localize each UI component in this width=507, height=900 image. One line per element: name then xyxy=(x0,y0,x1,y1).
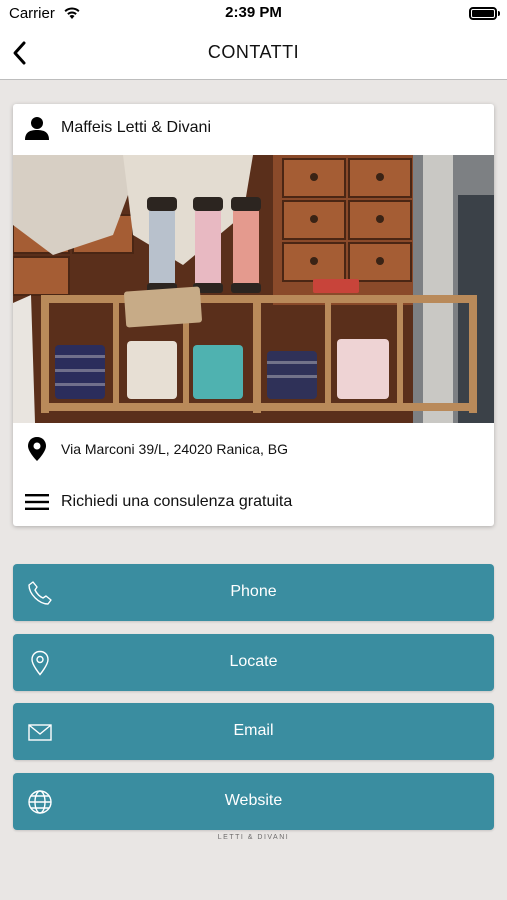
email-button[interactable]: Email xyxy=(13,703,494,760)
location-pin-icon xyxy=(13,425,61,473)
locate-button[interactable]: Locate xyxy=(13,634,494,691)
person-icon xyxy=(13,104,61,152)
locate-label: Locate xyxy=(229,653,278,670)
consult-row[interactable]: Richiedi una consulenza gratuita xyxy=(13,478,494,526)
clock: 2:39 PM xyxy=(225,4,282,21)
phone-button[interactable]: Phone xyxy=(13,564,494,621)
page-title: CONTATTI xyxy=(207,42,300,62)
consult-text: Richiedi una consulenza gratuita xyxy=(61,493,293,510)
business-name-row: Maffeis Letti & Divani xyxy=(13,104,494,152)
business-name: Maffeis Letti & Divani xyxy=(61,119,211,136)
logo-subtitle: LETTI & DIVANI xyxy=(217,834,290,841)
menu-icon xyxy=(13,478,61,526)
address-row[interactable]: Via Marconi 39/L, 24020 Ranica, BG xyxy=(13,425,494,473)
website-label: Website xyxy=(224,792,283,809)
contact-card: Maffeis Letti & Divani Via Marconi 39/L,… xyxy=(13,104,494,526)
email-label: Email xyxy=(233,722,274,739)
navigation-bar: CONTATTI xyxy=(0,28,507,80)
address-text: Via Marconi 39/L, 24020 Ranica, BG xyxy=(61,441,288,457)
phone-label: Phone xyxy=(230,583,277,600)
website-button[interactable]: Website xyxy=(13,773,494,830)
status-bar: Carrier 2:39 PM xyxy=(0,0,507,28)
battery-icon xyxy=(469,7,500,20)
store-photo xyxy=(13,155,494,423)
